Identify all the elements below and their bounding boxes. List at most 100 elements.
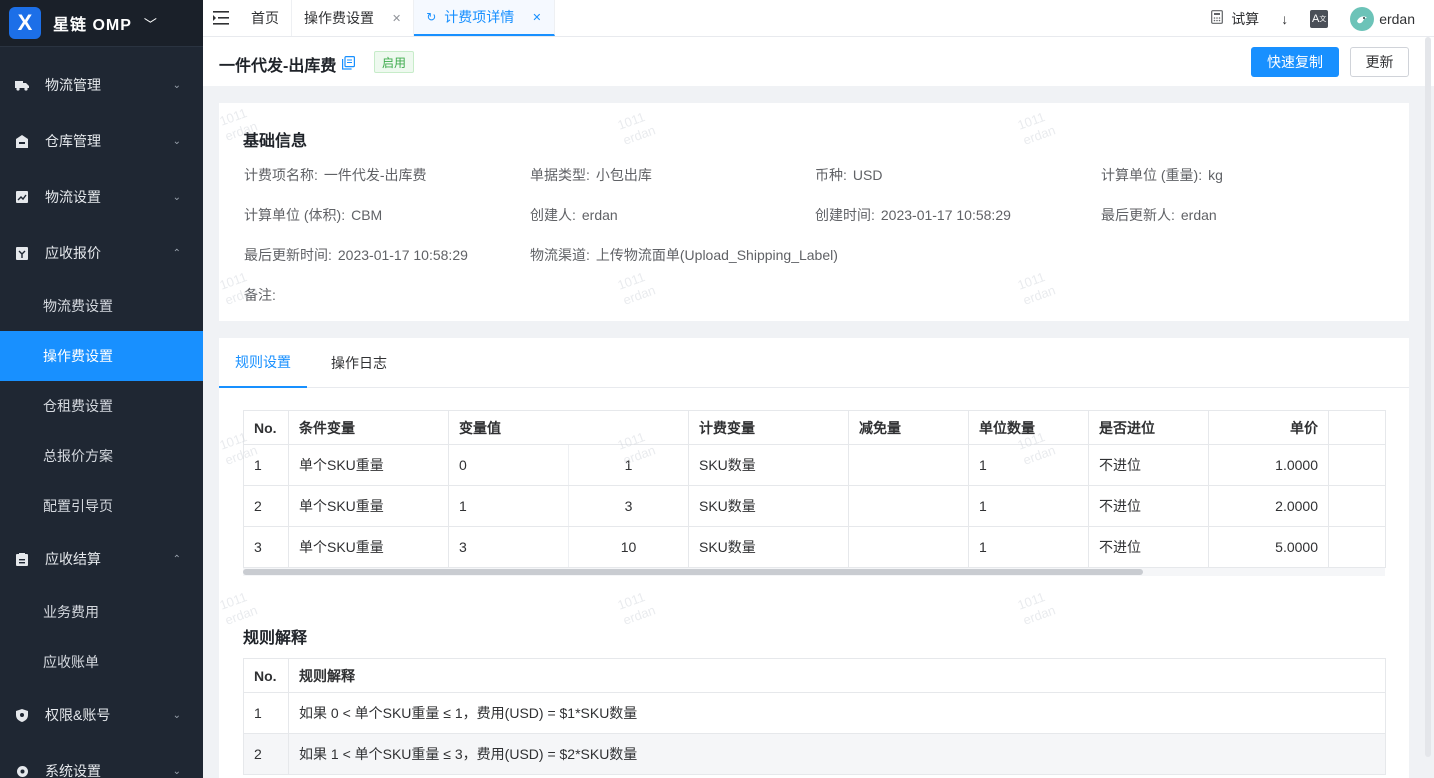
quick-copy-button[interactable]: 快速复制 [1251, 47, 1339, 77]
tab-fee-item-detail[interactable]: ↻ 计费项详情 ✕ [414, 0, 555, 36]
gear-icon [15, 764, 29, 778]
download-icon[interactable]: ↓ [1281, 11, 1288, 27]
scrollbar-thumb[interactable] [243, 569, 1143, 575]
tab-bar: 首页 操作费设置 ✕ ↻ 计费项详情 ✕ 试算 ↓ A文 erdan [203, 0, 1434, 37]
cell-carry: 不进位 [1088, 485, 1209, 527]
section-title-rule-explain: 规则解释 [243, 630, 308, 647]
table-header-row: No. 规则解释 [243, 658, 1386, 693]
menu-toggle-icon[interactable] [203, 0, 239, 36]
translate-icon[interactable]: A文 [1310, 9, 1329, 28]
cell-carry: 不进位 [1088, 526, 1209, 568]
sidebar-item-business-fee[interactable]: 业务费用 [0, 587, 203, 637]
top-right-tools: 试算 ↓ A文 erdan [1211, 0, 1434, 37]
field-value: kg [1208, 167, 1223, 183]
chevron-down-icon: ⌄ [172, 135, 181, 147]
sidebar-item-quote-plan[interactable]: 总报价方案 [0, 431, 203, 481]
cell-no: 1 [243, 692, 289, 734]
avatar [1350, 6, 1375, 31]
field-label: 单据类型: [530, 167, 590, 183]
sidebar-group-system[interactable]: 系统设置 ⌄ [0, 746, 203, 778]
tab-home[interactable]: 首页 [239, 0, 292, 36]
user-menu[interactable]: erdan [1350, 6, 1415, 31]
trial-calc-label: 试算 [1231, 10, 1260, 27]
status-badge: 启用 [374, 51, 415, 73]
tab-operation-fee[interactable]: 操作费设置 ✕ [292, 0, 415, 36]
cell-no: 1 [243, 444, 289, 486]
sidebar-group-logistics-settings[interactable]: 物流设置 ⌄ [0, 172, 203, 222]
cell-condition: 单个SKU重量 [288, 526, 449, 568]
col-header-condition: 条件变量 [288, 410, 449, 445]
trial-calc-button[interactable]: 试算 [1211, 9, 1259, 29]
cell-extra [1328, 526, 1386, 568]
field-created-time: 创建时间: 2023-01-17 10:58:29 [815, 205, 1011, 225]
field-fee-name: 计费项名称: 一件代发-出库费 [244, 165, 427, 185]
field-creator: 创建人: erdan [530, 205, 618, 225]
close-icon[interactable]: ✕ [392, 12, 401, 25]
cell-deduction [848, 485, 969, 527]
col-header-extra [1328, 410, 1386, 445]
explain-table: No. 规则解释 1 如果 0 < 单个SKU重量 ≤ 1，费用(USD) = … [243, 658, 1386, 775]
tab-label: 计费项详情 [444, 9, 515, 25]
sidebar-group-permission[interactable]: 权限&账号 ⌄ [0, 690, 203, 740]
table-row: 2 单个SKU重量 1 3 SKU数量 1 不进位 2.0000 [243, 485, 1386, 527]
cell-price: 5.0000 [1208, 526, 1329, 568]
copy-icon[interactable] [342, 55, 356, 73]
chevron-down-icon: ⌄ [172, 79, 181, 91]
page-vertical-scrollbar[interactable] [1425, 37, 1431, 757]
sidebar-group-receivable-settlement[interactable]: 应收结算 ⌃ [0, 534, 203, 584]
field-value: USD [852, 167, 883, 183]
sidebar-group-logistics[interactable]: 物流管理 ⌄ [0, 60, 203, 110]
chevron-down-icon: ﹀ [143, 16, 157, 32]
field-value: 2023-01-17 10:58:29 [880, 207, 1011, 223]
col-header-carry: 是否进位 [1088, 410, 1209, 445]
sidebar-group-warehouse[interactable]: 仓库管理 ⌄ [0, 116, 203, 166]
chevron-down-icon: ⌄ [172, 765, 181, 777]
section-title-basic-info: 基础信息 [243, 133, 308, 150]
field-label: 创建时间: [815, 207, 875, 223]
close-icon[interactable]: ✕ [532, 11, 541, 24]
page-title: 一件代发-出库费 [219, 58, 337, 75]
cell-price: 1.0000 [1208, 444, 1329, 486]
brand-switcher[interactable]: X 星链 OMP ﹀ [0, 0, 203, 47]
cell-explain: 如果 0 < 单个SKU重量 ≤ 1，费用(USD) = $1*SKU数量 [288, 692, 1386, 734]
table-row: 1 单个SKU重量 0 1 SKU数量 1 不进位 1.0000 [243, 444, 1386, 486]
tab-label: 首页 [251, 10, 279, 26]
chevron-up-icon: ⌃ [172, 247, 181, 259]
cell-extra [1328, 485, 1386, 527]
col-header-billing-var: 计费变量 [688, 410, 849, 445]
table-horizontal-scrollbar[interactable] [243, 568, 1385, 576]
table-header-row: No. 条件变量 变量值 计费变量 减免量 单位数量 是否进位 单价 [243, 410, 1386, 445]
tab-rule-settings[interactable]: 规则设置 [219, 338, 307, 388]
table-row: 2 如果 1 < 单个SKU重量 ≤ 3，费用(USD) = $2*SKU数量 [243, 733, 1386, 775]
brand-logo-icon: X [9, 7, 41, 39]
sidebar-group-label: 物流设置 [45, 189, 101, 205]
col-header-no: No. [243, 658, 289, 693]
basic-info-card: 基础信息 计费项名称: 一件代发-出库费 单据类型: 小包出库 币种: USD 计算单… [219, 103, 1409, 321]
truck-icon [15, 78, 29, 92]
cell-carry: 不进位 [1088, 444, 1209, 486]
field-value: 一件代发-出库费 [323, 167, 427, 183]
sidebar-group-receivable-quote[interactable]: 应收报价 ⌃ [0, 228, 203, 278]
sidebar: X 星链 OMP ﹀ 物流管理 ⌄ 仓库管理 ⌄ 物流设置 ⌄ 应收报价 ⌃ 物… [0, 0, 203, 778]
field-value: 小包出库 [595, 167, 652, 183]
tab-operation-log[interactable]: 操作日志 [331, 338, 387, 388]
field-label: 计算单位 (重量): [1101, 167, 1203, 183]
cell-condition: 单个SKU重量 [288, 444, 449, 486]
col-header-deduction: 减免量 [848, 410, 969, 445]
sidebar-item-logistics-fee[interactable]: 物流费设置 [0, 281, 203, 331]
sidebar-item-receivable-bill[interactable]: 应收账单 [0, 637, 203, 687]
sidebar-item-storage-fee[interactable]: 仓租费设置 [0, 381, 203, 431]
field-label: 备注: [244, 287, 276, 303]
col-header-price: 单价 [1208, 410, 1329, 445]
sidebar-item-guide[interactable]: 配置引导页 [0, 481, 203, 531]
cell-unit-qty: 1 [968, 444, 1089, 486]
field-label: 创建人: [530, 207, 576, 223]
cell-value-to: 3 [568, 485, 689, 527]
update-button[interactable]: 更新 [1350, 47, 1409, 77]
field-label: 最后更新人: [1101, 207, 1175, 223]
settings-chart-icon [15, 190, 29, 204]
field-label: 计费项名称: [244, 167, 318, 183]
field-label: 计算单位 (体积): [244, 207, 346, 223]
sidebar-item-operation-fee[interactable]: 操作费设置 [0, 331, 203, 381]
refresh-icon[interactable]: ↻ [426, 10, 436, 24]
